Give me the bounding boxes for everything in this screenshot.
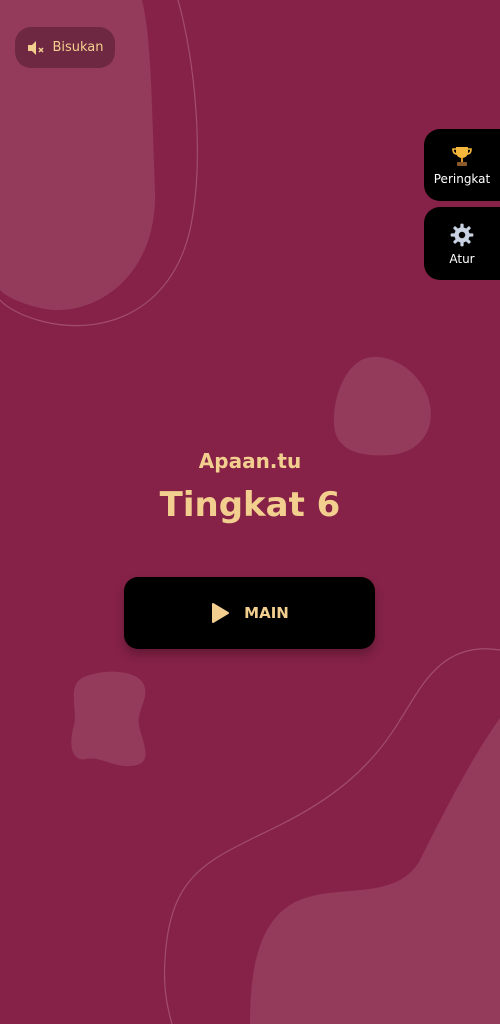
blob-mid-right [333,356,431,456]
blob-bottom-left [71,671,146,767]
gear-icon [449,222,475,248]
app-name: Apaan.tu [198,449,302,473]
blob-bottom-right [250,718,500,1024]
level-title: Tingkat 6 [159,485,341,525]
play-label: MAIN [244,604,289,622]
speaker-muted-icon [26,38,46,58]
settings-button[interactable]: Atur [424,207,500,280]
trophy-icon [450,144,474,168]
settings-label: Atur [449,251,475,266]
ranking-label: Peringkat [433,172,491,186]
play-button[interactable]: MAIN [124,577,375,649]
ranking-button[interactable]: Peringkat [424,129,500,201]
mute-button[interactable]: Bisukan [15,27,115,68]
play-icon [210,602,230,624]
mute-label: Bisukan [52,40,104,55]
